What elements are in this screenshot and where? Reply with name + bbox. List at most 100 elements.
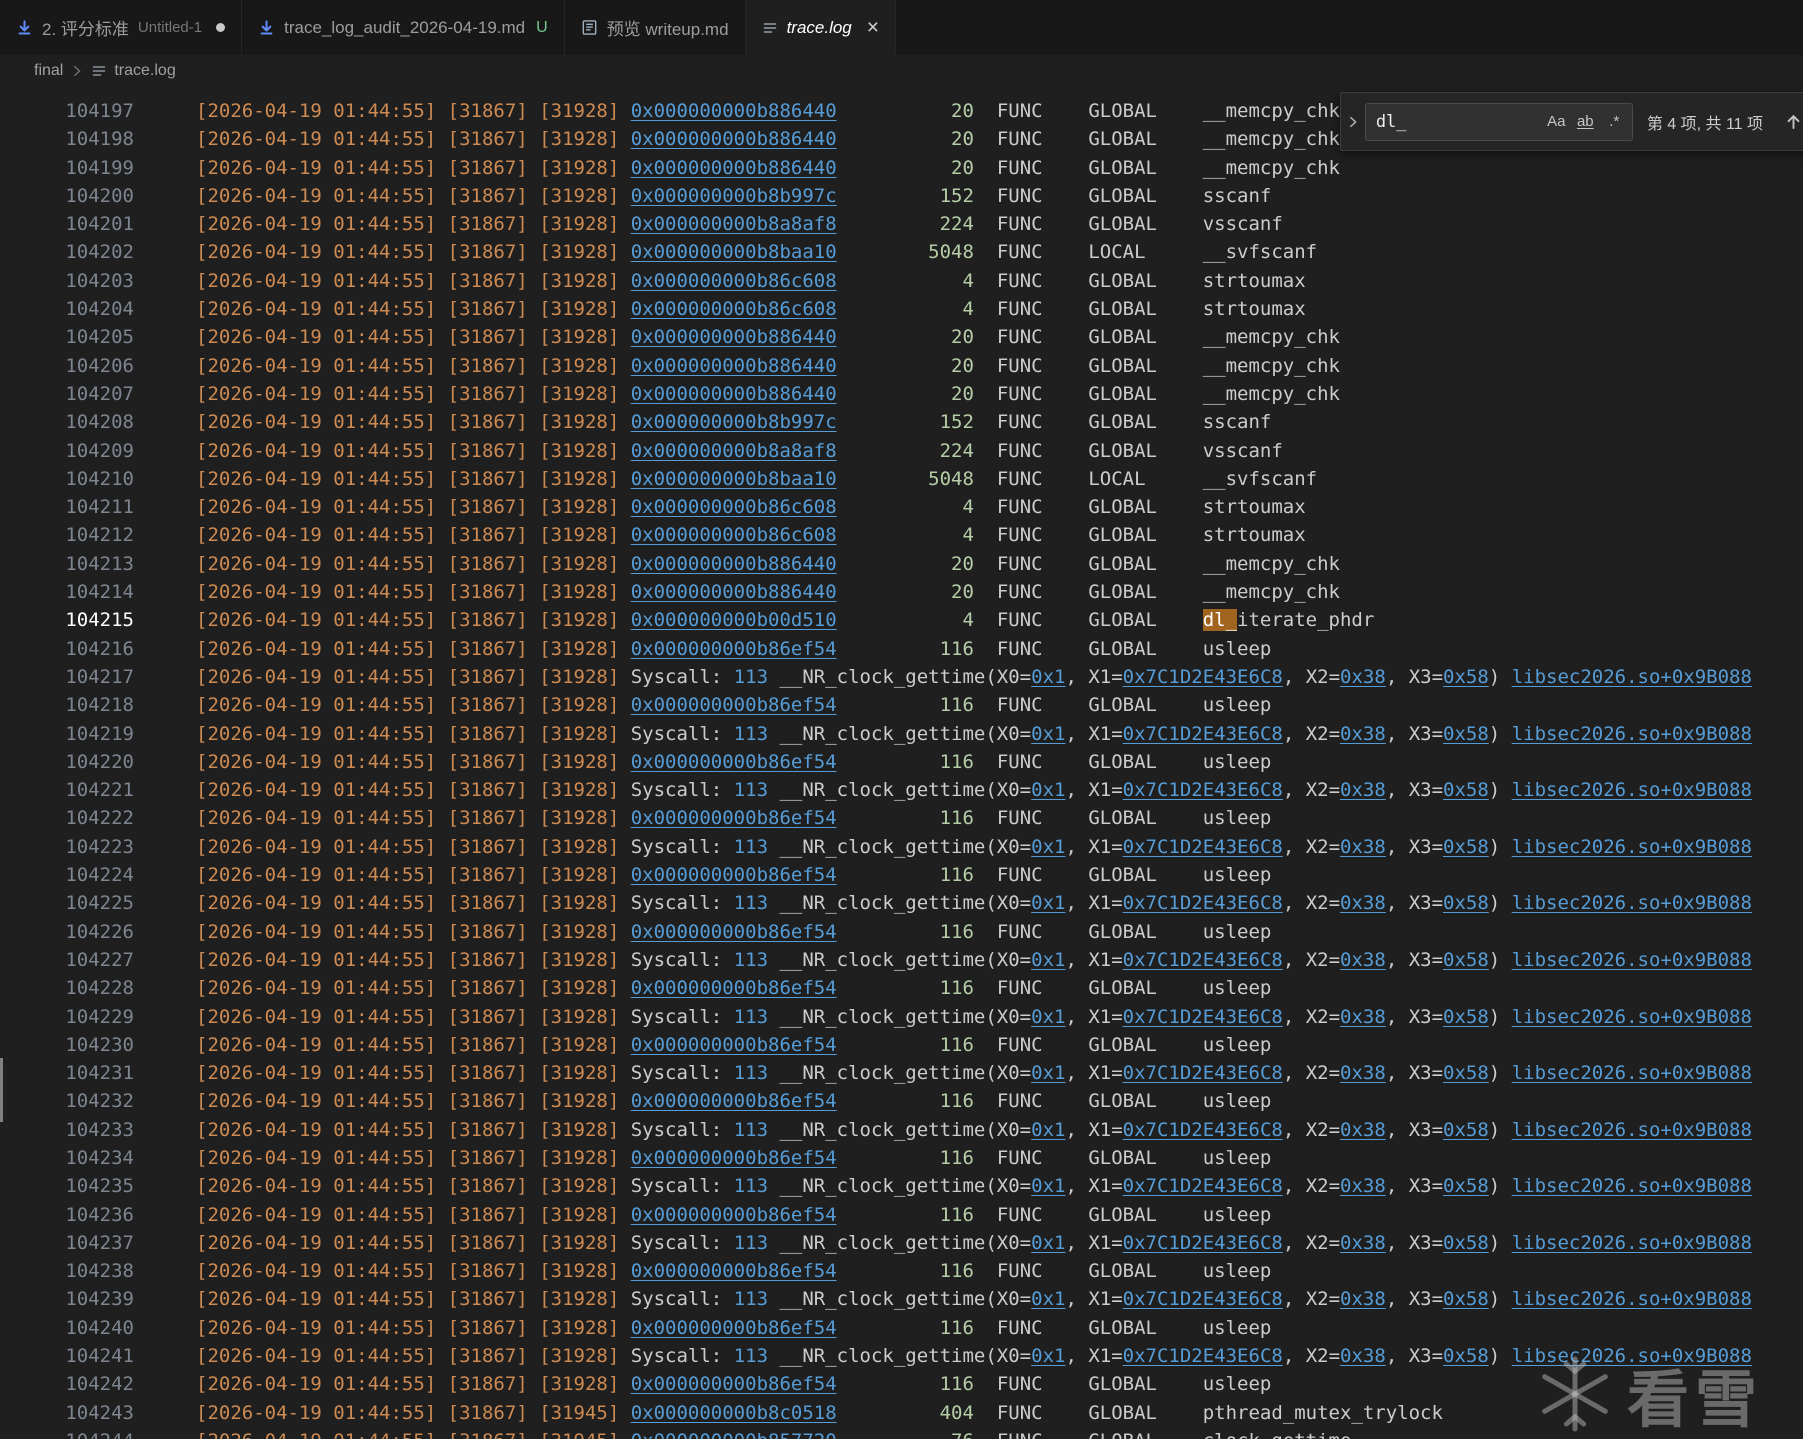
log-line[interactable]: 104237 [2026-04-19 01:44:55] [31867] [319… xyxy=(0,1229,1803,1257)
log-line[interactable]: 104217 [2026-04-19 01:44:55] [31867] [319… xyxy=(0,663,1803,691)
close-icon[interactable]: × xyxy=(867,17,879,38)
line-number[interactable]: 104215 xyxy=(0,606,134,634)
log-line[interactable]: 104220 [2026-04-19 01:44:55] [31867] [319… xyxy=(0,748,1803,776)
line-number[interactable]: 104211 xyxy=(0,493,134,521)
line-number[interactable]: 104241 xyxy=(0,1342,134,1370)
line-number[interactable]: 104228 xyxy=(0,974,134,1002)
line-number[interactable]: 104199 xyxy=(0,154,134,182)
log-line[interactable]: 104244 [2026-04-19 01:44:55] [31867] [319… xyxy=(0,1427,1803,1439)
log-line[interactable]: 104228 [2026-04-19 01:44:55] [31867] [319… xyxy=(0,974,1803,1002)
line-number[interactable]: 104238 xyxy=(0,1257,134,1285)
line-number[interactable]: 104236 xyxy=(0,1201,134,1229)
line-number[interactable]: 104201 xyxy=(0,210,134,238)
log-line[interactable]: 104232 [2026-04-19 01:44:55] [31867] [319… xyxy=(0,1087,1803,1115)
whole-word-toggle[interactable]: ab xyxy=(1572,108,1599,135)
line-number[interactable]: 104225 xyxy=(0,889,134,917)
log-line[interactable]: 104240 [2026-04-19 01:44:55] [31867] [319… xyxy=(0,1314,1803,1342)
line-number[interactable]: 104210 xyxy=(0,465,134,493)
log-line[interactable]: 104226 [2026-04-19 01:44:55] [31867] [319… xyxy=(0,918,1803,946)
log-line[interactable]: 104215 [2026-04-19 01:44:55] [31867] [319… xyxy=(0,606,1803,634)
find-expand-toggle[interactable] xyxy=(1341,93,1365,150)
match-case-toggle[interactable]: Aa xyxy=(1543,108,1570,135)
log-line[interactable]: 104200 [2026-04-19 01:44:55] [31867] [319… xyxy=(0,182,1803,210)
line-number[interactable]: 104224 xyxy=(0,861,134,889)
log-line[interactable]: 104231 [2026-04-19 01:44:55] [31867] [319… xyxy=(0,1059,1803,1087)
line-number[interactable]: 104226 xyxy=(0,918,134,946)
log-line[interactable]: 104212 [2026-04-19 01:44:55] [31867] [319… xyxy=(0,521,1803,549)
editor-tab[interactable]: 预览 writeup.md xyxy=(564,0,746,55)
log-line[interactable]: 104238 [2026-04-19 01:44:55] [31867] [319… xyxy=(0,1257,1803,1285)
line-number[interactable]: 104233 xyxy=(0,1116,134,1144)
log-line[interactable]: 104230 [2026-04-19 01:44:55] [31867] [319… xyxy=(0,1031,1803,1059)
line-number[interactable]: 104209 xyxy=(0,437,134,465)
log-line[interactable]: 104241 [2026-04-19 01:44:55] [31867] [319… xyxy=(0,1342,1803,1370)
line-number[interactable]: 104207 xyxy=(0,380,134,408)
log-line[interactable]: 104243 [2026-04-19 01:44:55] [31867] [319… xyxy=(0,1399,1803,1427)
log-line[interactable]: 104210 [2026-04-19 01:44:55] [31867] [319… xyxy=(0,465,1803,493)
log-line[interactable]: 104219 [2026-04-19 01:44:55] [31867] [319… xyxy=(0,720,1803,748)
log-line[interactable]: 104222 [2026-04-19 01:44:55] [31867] [319… xyxy=(0,804,1803,832)
line-number[interactable]: 104243 xyxy=(0,1399,134,1427)
log-line[interactable]: 104203 [2026-04-19 01:44:55] [31867] [319… xyxy=(0,267,1803,295)
log-line[interactable]: 104209 [2026-04-19 01:44:55] [31867] [319… xyxy=(0,437,1803,465)
line-number[interactable]: 104214 xyxy=(0,578,134,606)
line-number[interactable]: 104231 xyxy=(0,1059,134,1087)
line-number[interactable]: 104205 xyxy=(0,323,134,351)
editor-tab[interactable]: trace.log × xyxy=(745,0,897,55)
line-number[interactable]: 104197 xyxy=(0,97,134,125)
log-line[interactable]: 104218 [2026-04-19 01:44:55] [31867] [319… xyxy=(0,691,1803,719)
line-number[interactable]: 104213 xyxy=(0,550,134,578)
previous-match-button[interactable] xyxy=(1776,106,1803,138)
log-line[interactable]: 104207 [2026-04-19 01:44:55] [31867] [319… xyxy=(0,380,1803,408)
line-number[interactable]: 104240 xyxy=(0,1314,134,1342)
log-line[interactable]: 104199 [2026-04-19 01:44:55] [31867] [319… xyxy=(0,154,1803,182)
line-number[interactable]: 104223 xyxy=(0,833,134,861)
breadcrumb-file[interactable]: trace.log xyxy=(114,62,175,80)
line-number[interactable]: 104222 xyxy=(0,804,134,832)
log-line[interactable]: 104214 [2026-04-19 01:44:55] [31867] [319… xyxy=(0,578,1803,606)
line-number[interactable]: 104234 xyxy=(0,1144,134,1172)
line-number[interactable]: 104203 xyxy=(0,267,134,295)
log-line[interactable]: 104204 [2026-04-19 01:44:55] [31867] [319… xyxy=(0,295,1803,323)
editor-tab[interactable]: trace_log_audit_2026-04-19.md U xyxy=(242,0,565,55)
log-line[interactable]: 104208 [2026-04-19 01:44:55] [31867] [319… xyxy=(0,408,1803,436)
log-line[interactable]: 104224 [2026-04-19 01:44:55] [31867] [319… xyxy=(0,861,1803,889)
log-line[interactable]: 104225 [2026-04-19 01:44:55] [31867] [319… xyxy=(0,889,1803,917)
breadcrumb-folder[interactable]: final xyxy=(34,62,63,80)
log-line[interactable]: 104236 [2026-04-19 01:44:55] [31867] [319… xyxy=(0,1201,1803,1229)
line-number[interactable]: 104204 xyxy=(0,295,134,323)
log-line[interactable]: 104223 [2026-04-19 01:44:55] [31867] [319… xyxy=(0,833,1803,861)
line-number[interactable]: 104232 xyxy=(0,1087,134,1115)
log-line[interactable]: 104229 [2026-04-19 01:44:55] [31867] [319… xyxy=(0,1003,1803,1031)
line-number[interactable]: 104216 xyxy=(0,635,134,663)
log-line[interactable]: 104206 [2026-04-19 01:44:55] [31867] [319… xyxy=(0,352,1803,380)
log-line[interactable]: 104213 [2026-04-19 01:44:55] [31867] [319… xyxy=(0,550,1803,578)
line-number[interactable]: 104212 xyxy=(0,521,134,549)
line-number[interactable]: 104198 xyxy=(0,125,134,153)
line-number[interactable]: 104221 xyxy=(0,776,134,804)
line-number[interactable]: 104244 xyxy=(0,1427,134,1439)
line-number[interactable]: 104227 xyxy=(0,946,134,974)
log-line[interactable]: 104227 [2026-04-19 01:44:55] [31867] [319… xyxy=(0,946,1803,974)
line-number[interactable]: 104218 xyxy=(0,691,134,719)
line-number[interactable]: 104239 xyxy=(0,1285,134,1313)
log-line[interactable]: 104221 [2026-04-19 01:44:55] [31867] [319… xyxy=(0,776,1803,804)
line-number[interactable]: 104229 xyxy=(0,1003,134,1031)
line-number[interactable]: 104235 xyxy=(0,1172,134,1200)
log-line[interactable]: 104235 [2026-04-19 01:44:55] [31867] [319… xyxy=(0,1172,1803,1200)
find-input[interactable]: dl_ Aa ab .* xyxy=(1364,102,1633,141)
line-number[interactable]: 104200 xyxy=(0,182,134,210)
line-number[interactable]: 104206 xyxy=(0,352,134,380)
log-line[interactable]: 104216 [2026-04-19 01:44:55] [31867] [319… xyxy=(0,635,1803,663)
log-line[interactable]: 104239 [2026-04-19 01:44:55] [31867] [319… xyxy=(0,1285,1803,1313)
line-number[interactable]: 104217 xyxy=(0,663,134,691)
log-line[interactable]: 104211 [2026-04-19 01:44:55] [31867] [319… xyxy=(0,493,1803,521)
log-line[interactable]: 104201 [2026-04-19 01:44:55] [31867] [319… xyxy=(0,210,1803,238)
editor-tab[interactable]: 2. 评分标准 Untitled-1 xyxy=(0,0,243,55)
line-number[interactable]: 104237 xyxy=(0,1229,134,1257)
log-line[interactable]: 104242 [2026-04-19 01:44:55] [31867] [319… xyxy=(0,1370,1803,1398)
line-number[interactable]: 104208 xyxy=(0,408,134,436)
line-number[interactable]: 104220 xyxy=(0,748,134,776)
regex-toggle[interactable]: .* xyxy=(1601,108,1628,135)
log-line[interactable]: 104202 [2026-04-19 01:44:55] [31867] [319… xyxy=(0,238,1803,266)
